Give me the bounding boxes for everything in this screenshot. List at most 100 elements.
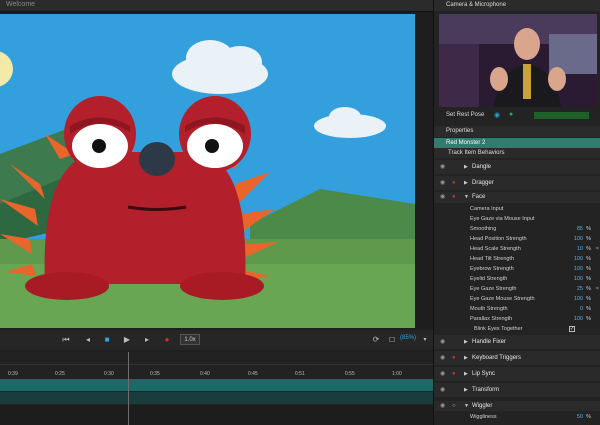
scene-stage[interactable] <box>0 14 415 328</box>
set-rest-pose-button[interactable]: Set Rest Pose <box>446 112 484 118</box>
behavior-transform[interactable]: ◉ ▶ Transform <box>434 383 600 397</box>
param-value[interactable]: 25 <box>577 284 583 294</box>
timeline-ruler[interactable]: 0:39 0:25 0:30 0:35 0:40 0:45 0:51 0:55 … <box>0 364 433 378</box>
step-back-icon[interactable]: ◂ <box>82 334 94 346</box>
behavior-label: Face <box>472 194 486 200</box>
expand-arrow-icon[interactable]: ▶ <box>464 367 468 381</box>
selected-puppet-row[interactable]: Red Monster 2 <box>434 138 600 148</box>
face-param-row[interactable]: Smoothing 85% <box>434 224 600 234</box>
scene-track[interactable] <box>0 379 433 391</box>
behavior-dangle[interactable]: ◉ ▶ Dangle <box>434 160 600 174</box>
microphone-icon[interactable]: ● <box>509 111 513 118</box>
zoom-level[interactable]: (85%) <box>400 335 416 341</box>
behavior-face[interactable]: ◉ ● ▼ Face <box>434 192 600 203</box>
param-value[interactable]: 100 <box>574 294 583 304</box>
puppet-track[interactable] <box>0 392 433 404</box>
play-icon[interactable]: ▶ <box>121 334 133 346</box>
face-param-row[interactable]: Parallax Strength 100% <box>434 314 600 324</box>
behavior-handle-fixer[interactable]: ◉ ▶ Handle Fixer <box>434 335 600 349</box>
close-icon[interactable]: × <box>596 284 599 294</box>
armed-indicator-icon[interactable]: ● <box>452 367 456 381</box>
step-forward-icon[interactable]: ▸ <box>141 334 153 346</box>
param-label: Eye Gaze Mouse Strength <box>470 296 535 302</box>
face-param-row[interactable]: Eye Gaze Strength 25% × <box>434 284 600 294</box>
zoom-dropdown-icon[interactable]: ▾ <box>419 334 431 346</box>
param-value[interactable]: 10 <box>577 244 583 254</box>
monster-pupil-left <box>92 139 106 153</box>
face-param-row[interactable]: Head Position Strength 100% <box>434 234 600 244</box>
param-label: Camera Input <box>470 206 504 212</box>
visibility-eye-icon[interactable]: ◉ <box>440 401 445 411</box>
transport-controls: ⏮ ◂ ■ ▶ ▸ ● 1.0x ⟳ □ (85%) ▾ <box>0 330 433 350</box>
behavior-label: Handle Fixer <box>472 339 507 345</box>
param-label: Eyebrow Strength <box>470 266 514 272</box>
face-param-row[interactable]: Head Tilt Strength 100% <box>434 254 600 264</box>
param-label: Wiggliness <box>470 414 497 420</box>
visibility-eye-icon[interactable]: ◉ <box>440 383 445 397</box>
timecode-label: 0:30 <box>104 371 114 377</box>
param-value[interactable]: 0 <box>580 304 583 314</box>
face-param-row[interactable]: Eyebrow Strength 100% <box>434 264 600 274</box>
expand-arrow-icon[interactable]: ▶ <box>464 351 468 365</box>
skip-back-icon[interactable]: ⏮ <box>60 334 72 346</box>
param-unit: % <box>586 226 591 232</box>
behavior-dragger[interactable]: ◉ ● ▶ Dragger <box>434 176 600 190</box>
face-param-row[interactable]: Camera Input <box>434 204 600 214</box>
expand-arrow-icon[interactable]: ▶ <box>464 335 468 349</box>
timecode-label: 0:25 <box>55 371 65 377</box>
loop-icon[interactable]: ⟳ <box>370 334 382 346</box>
behavior-keyboard-triggers[interactable]: ◉ ● ▶ Keyboard Triggers <box>434 351 600 365</box>
face-param-row[interactable]: Head Scale Strength 10% × <box>434 244 600 254</box>
param-value[interactable]: 100 <box>574 254 583 264</box>
face-param-row[interactable]: Eye Gaze Mouse Strength 100% <box>434 294 600 304</box>
behavior-lip-sync[interactable]: ◉ ● ▶ Lip Sync <box>434 367 600 381</box>
playback-speed[interactable]: 1.0x <box>180 334 200 345</box>
param-wiggliness[interactable]: Wiggliness 50 % <box>434 412 600 422</box>
blink-checkbox[interactable]: ✓ <box>569 326 575 332</box>
background-toggle-icon[interactable]: □ <box>386 334 398 346</box>
timeline-scroll-area[interactable] <box>0 405 433 425</box>
properties-panel-title[interactable]: Properties <box>446 128 473 134</box>
param-value[interactable]: 100 <box>574 274 583 284</box>
visibility-eye-icon[interactable]: ◉ <box>440 160 445 174</box>
face-param-row[interactable]: Blink Eyes Together ✓ <box>434 324 600 334</box>
playhead[interactable] <box>128 352 129 425</box>
armed-indicator-icon[interactable]: ○ <box>452 401 456 411</box>
expand-arrow-icon[interactable]: ▶ <box>464 160 468 174</box>
visibility-eye-icon[interactable]: ◉ <box>440 192 445 203</box>
param-label: Head Scale Strength <box>470 246 521 252</box>
expand-arrow-icon[interactable]: ▶ <box>464 383 468 397</box>
visibility-eye-icon[interactable]: ◉ <box>440 351 445 365</box>
close-icon[interactable]: × <box>596 244 599 254</box>
param-value[interactable]: 85 <box>577 224 583 234</box>
app-window: Welcome ⏮ ◂ ■ ▶ ▸ ● 1.0x ⟳ □ (85%) ▾ 0:3… <box>0 0 600 425</box>
param-value[interactable]: 100 <box>574 314 583 324</box>
visibility-eye-icon[interactable]: ◉ <box>440 176 445 190</box>
face-param-row[interactable]: Mouth Strength 0% <box>434 304 600 314</box>
record-icon[interactable]: ● <box>161 334 173 346</box>
face-param-row[interactable]: Eye Gaze via Mouse Input <box>434 214 600 224</box>
face-tracking-icon[interactable]: ◉ <box>494 111 500 119</box>
armed-indicator-icon[interactable]: ● <box>452 192 456 203</box>
stop-icon[interactable]: ■ <box>101 334 113 346</box>
monster-pupil-right <box>205 139 219 153</box>
scene-tab-title[interactable]: Welcome <box>6 1 35 8</box>
behavior-wiggler[interactable]: ◉ ○ ▼ Wiggler <box>434 401 600 411</box>
face-param-row[interactable]: Eyelid Strength 100% <box>434 274 600 284</box>
expand-arrow-icon[interactable]: ▶ <box>464 176 468 190</box>
monster-nose <box>139 142 175 176</box>
param-value[interactable]: 50 <box>577 412 583 422</box>
visibility-eye-icon[interactable]: ◉ <box>440 367 445 381</box>
param-value[interactable]: 100 <box>574 264 583 274</box>
collapse-arrow-icon[interactable]: ▼ <box>464 192 469 203</box>
param-value[interactable]: 100 <box>574 234 583 244</box>
visibility-eye-icon[interactable]: ◉ <box>440 335 445 349</box>
armed-indicator-icon[interactable]: ● <box>452 176 456 190</box>
param-label: Eyelid Strength <box>470 276 508 282</box>
collapse-arrow-icon[interactable]: ▼ <box>464 401 469 411</box>
param-unit: % <box>586 414 591 420</box>
track-item-behaviors-header[interactable]: Track Item Behaviors <box>434 148 600 158</box>
camera-panel-title[interactable]: Camera & Microphone <box>446 2 506 8</box>
webcam-feed <box>439 14 597 107</box>
armed-indicator-icon[interactable]: ● <box>452 351 456 365</box>
